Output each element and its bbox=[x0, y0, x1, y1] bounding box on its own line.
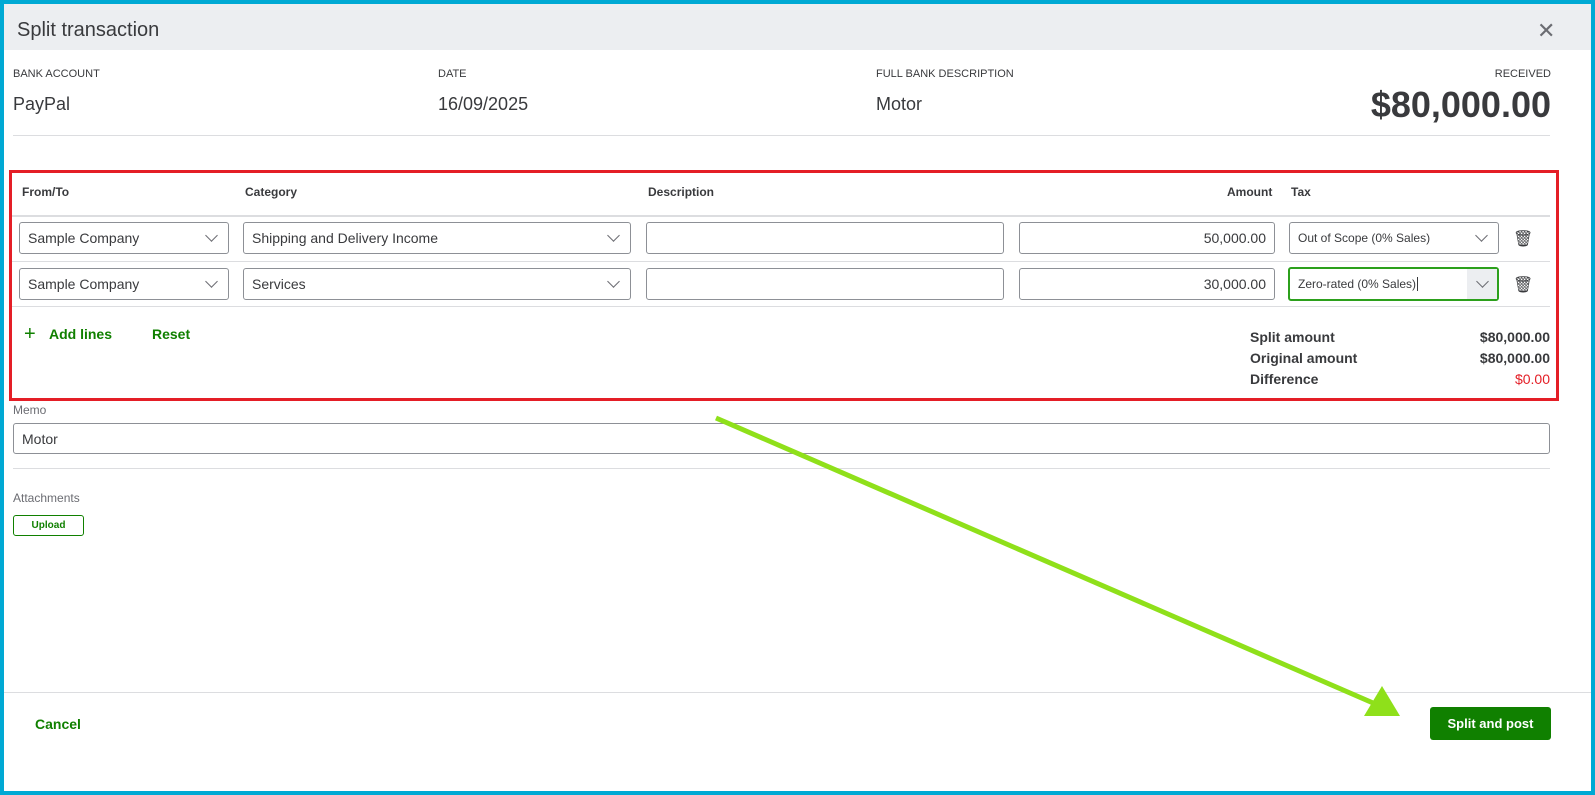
annotation-arrow bbox=[715, 415, 1400, 716]
